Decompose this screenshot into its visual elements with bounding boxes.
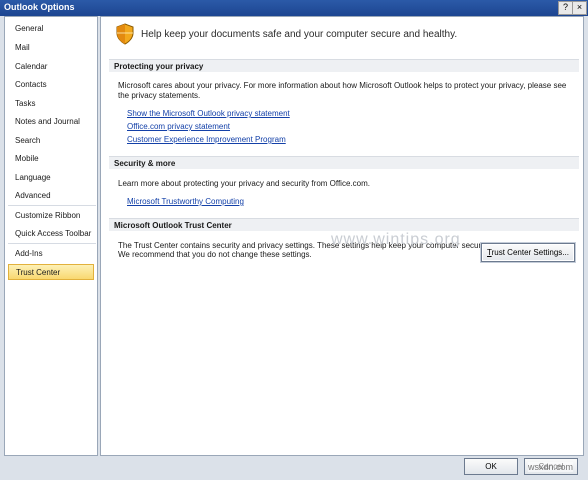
sidebar-item-customize-ribbon[interactable]: Customize Ribbon — [8, 208, 94, 224]
sidebar-item-mobile[interactable]: Mobile — [8, 151, 94, 167]
privacy-description: Microsoft cares about your privacy. For … — [118, 81, 567, 100]
content-panel: Help keep your documents safe and your c… — [100, 16, 584, 456]
sidebar-item-mail[interactable]: Mail — [8, 40, 94, 56]
close-button[interactable]: × — [572, 1, 587, 15]
sidebar-item-calendar[interactable]: Calendar — [8, 59, 94, 75]
sidebar-item-add-ins[interactable]: Add-Ins — [8, 246, 94, 262]
sidebar-divider — [8, 205, 96, 206]
office-privacy-statement-link[interactable]: Office.com privacy statement — [127, 122, 230, 131]
sidebar-item-tasks[interactable]: Tasks — [8, 96, 94, 112]
outlook-privacy-statement-link[interactable]: Show the Microsoft Outlook privacy state… — [127, 109, 290, 118]
security-description: Learn more about protecting your privacy… — [118, 179, 370, 188]
sidebar-item-language[interactable]: Language — [8, 170, 94, 186]
sidebar-item-contacts[interactable]: Contacts — [8, 77, 94, 93]
sidebar-item-advanced[interactable]: Advanced — [8, 188, 94, 204]
sidebar: General Mail Calendar Contacts Tasks Not… — [4, 16, 98, 456]
sidebar-item-notes-and-journal[interactable]: Notes and Journal — [8, 114, 94, 130]
section-header-trust-center: Microsoft Outlook Trust Center — [109, 218, 579, 231]
shield-icon — [116, 23, 134, 45]
trustworthy-computing-link[interactable]: Microsoft Trustworthy Computing — [127, 197, 244, 206]
sidebar-item-search[interactable]: Search — [8, 133, 94, 149]
section-header-privacy: Protecting your privacy — [109, 59, 579, 72]
sidebar-item-general[interactable]: General — [8, 21, 94, 37]
help-button[interactable]: ? — [558, 1, 573, 15]
title-bar: Outlook Options ? × — [0, 0, 588, 16]
ceip-link[interactable]: Customer Experience Improvement Program — [127, 135, 286, 144]
window-title: Outlook Options — [4, 2, 75, 12]
trust-center-settings-button[interactable]: Trust Center Settings... — [481, 243, 575, 262]
button-label: rust Center Settings... — [491, 248, 569, 257]
corner-watermark: wsxdn.com — [528, 462, 574, 472]
ok-button[interactable]: OK — [464, 458, 518, 475]
sidebar-item-trust-center[interactable]: Trust Center — [8, 264, 94, 280]
page-headline: Help keep your documents safe and your c… — [141, 29, 458, 40]
sidebar-divider — [8, 243, 96, 244]
section-header-security: Security & more — [109, 156, 579, 169]
sidebar-item-quick-access-toolbar[interactable]: Quick Access Toolbar — [8, 226, 94, 242]
